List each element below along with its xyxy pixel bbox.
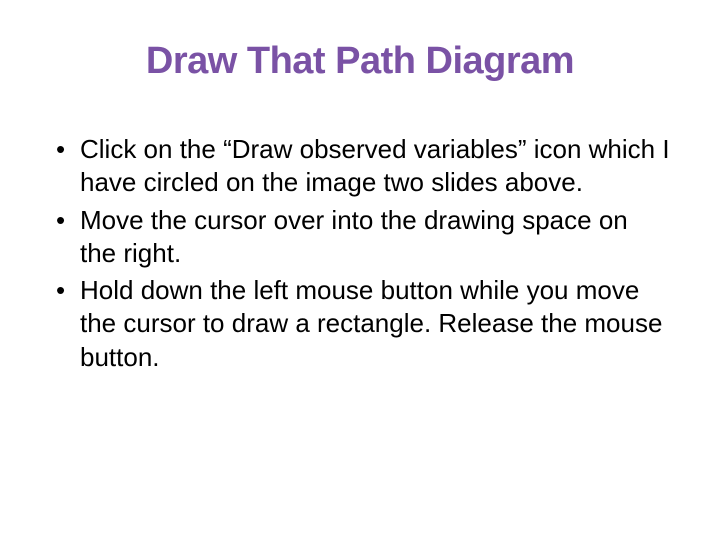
bullet-item: Move the cursor over into the drawing sp…: [50, 204, 670, 271]
bullet-item: Hold down the left mouse button while yo…: [50, 274, 670, 374]
bullet-list: Click on the “Draw observed variables” i…: [50, 133, 670, 374]
bullet-item: Click on the “Draw observed variables” i…: [50, 133, 670, 200]
slide-title: Draw That Path Diagram: [50, 40, 670, 83]
